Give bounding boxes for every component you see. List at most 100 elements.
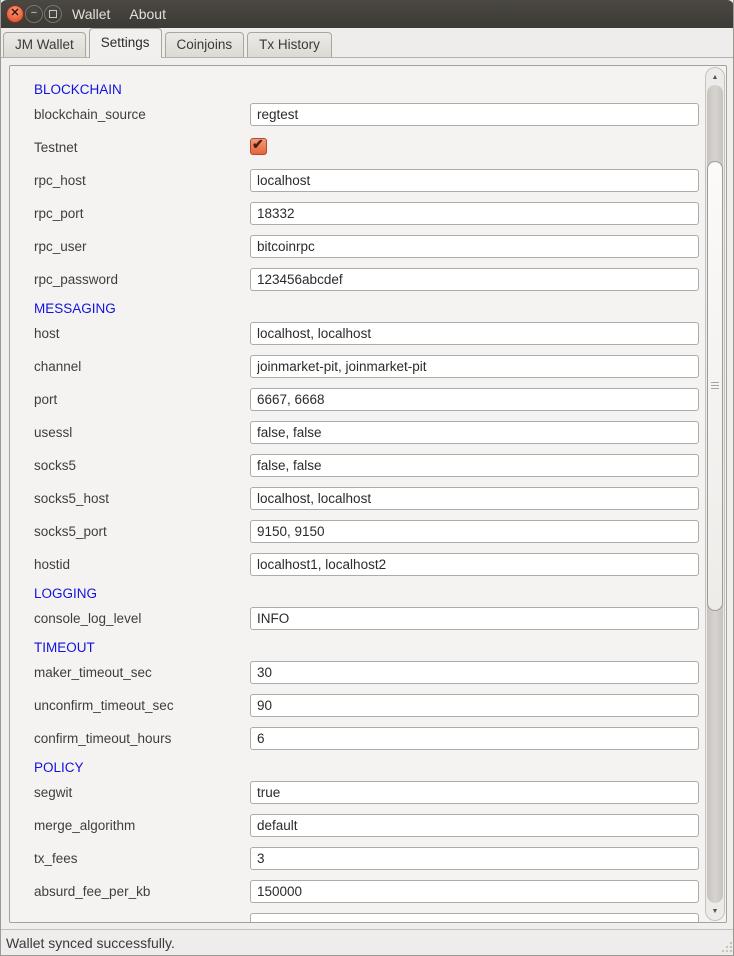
scroll-up-icon: ▲ <box>712 74 719 81</box>
section-header-blockchain: BLOCKCHAIN <box>34 82 704 98</box>
channel-input[interactable] <box>250 355 699 378</box>
field-row-socks5-port: socks5_port <box>34 520 704 543</box>
host-label: host <box>34 322 250 345</box>
rpc-user-input[interactable] <box>250 235 699 258</box>
rpc-port-label: rpc_port <box>34 202 250 225</box>
field-row-rpc-host: rpc_host <box>34 169 704 192</box>
section-header-messaging: MESSAGING <box>34 301 704 317</box>
minimize-icon: − <box>31 8 37 19</box>
socks5-host-label: socks5_host <box>34 487 250 510</box>
settings-scroll-area: BLOCKCHAINblockchain_sourceTestnet✔rpc_h… <box>9 65 727 923</box>
socks5-host-input[interactable] <box>250 487 699 510</box>
field-row-rpc-password: rpc_password <box>34 268 704 291</box>
scroll-down-button[interactable]: ▼ <box>706 903 724 919</box>
tab-bar: JM WalletSettingsCoinjoinsTx History <box>1 28 734 57</box>
scroll-up-button[interactable]: ▲ <box>706 69 724 85</box>
rpc-port-input[interactable] <box>250 202 699 225</box>
socks5-input[interactable] <box>250 454 699 477</box>
tx-fees-label: tx_fees <box>34 847 250 870</box>
blockchain-source-label: blockchain_source <box>34 103 250 126</box>
socks5-port-input[interactable] <box>250 520 699 543</box>
menu-about[interactable]: About <box>129 6 166 22</box>
socks5-label: socks5 <box>34 454 250 477</box>
tab-pane: BLOCKCHAINblockchain_sourceTestnet✔rpc_h… <box>1 57 734 930</box>
field-row-segwit: segwit <box>34 781 704 804</box>
segwit-label: segwit <box>34 781 250 804</box>
minimize-button[interactable]: − <box>25 5 43 23</box>
field-row-port: port <box>34 388 704 411</box>
close-button[interactable]: ✕ <box>6 5 24 23</box>
maker-timeout-sec-label: maker_timeout_sec <box>34 661 250 684</box>
vertical-scrollbar[interactable]: ▲ ▼ <box>705 67 725 921</box>
section-header-policy: POLICY <box>34 760 704 776</box>
tab-coinjoins[interactable]: Coinjoins <box>165 32 245 57</box>
scrollbar-thumb[interactable] <box>707 161 723 611</box>
merge-algorithm-label: merge_algorithm <box>34 814 250 837</box>
scrollbar-grip-icon <box>711 382 719 390</box>
hostid-input[interactable] <box>250 553 699 576</box>
console-log-level-label: console_log_level <box>34 607 250 630</box>
console-log-level-input[interactable] <box>250 607 699 630</box>
blockchain-source-input[interactable] <box>250 103 699 126</box>
app-window: ✕ − Wallet About JM WalletSettingsCoinjo… <box>0 0 734 956</box>
field-row-usessl: usessl <box>34 421 704 444</box>
status-bar: Wallet synced successfully. <box>1 929 734 955</box>
rpc-user-label: rpc_user <box>34 235 250 258</box>
field-row-tx-fees: tx_fees <box>34 847 704 870</box>
section-header-timeout: TIMEOUT <box>34 640 704 656</box>
absurd-fee-per-kb-input[interactable] <box>250 880 699 903</box>
host-input[interactable] <box>250 322 699 345</box>
absurd-fee-per-kb-label: absurd_fee_per_kb <box>34 880 250 903</box>
merge-algorithm-input[interactable] <box>250 814 699 837</box>
titlebar: ✕ − Wallet About <box>0 0 734 28</box>
field-row-absurd-fee-per-kb: absurd_fee_per_kb <box>34 880 704 903</box>
confirm-timeout-hours-input[interactable] <box>250 727 699 750</box>
field-row-console-log-level: console_log_level <box>34 607 704 630</box>
usessl-label: usessl <box>34 421 250 444</box>
maximize-button[interactable] <box>44 5 62 23</box>
field-row-hostid: hostid <box>34 553 704 576</box>
menubar: Wallet About <box>72 0 166 28</box>
port-label: port <box>34 388 250 411</box>
field-row-socks5: socks5 <box>34 454 704 477</box>
port-input[interactable] <box>250 388 699 411</box>
unconfirm-timeout-sec-label: unconfirm_timeout_sec <box>34 694 250 717</box>
rpc-host-label: rpc_host <box>34 169 250 192</box>
rpc-host-input[interactable] <box>250 169 699 192</box>
field-row-testnet: Testnet✔ <box>34 136 704 159</box>
testnet-label: Testnet <box>34 136 250 159</box>
segwit-input[interactable] <box>250 781 699 804</box>
resize-grip[interactable] <box>721 941 733 953</box>
confirm-timeout-hours-label: confirm_timeout_hours <box>34 727 250 750</box>
socks5-port-label: socks5_port <box>34 520 250 543</box>
field-row-channel: channel <box>34 355 704 378</box>
field-row-confirm-timeout-hours: confirm_timeout_hours <box>34 727 704 750</box>
rpc-password-input[interactable] <box>250 268 699 291</box>
testnet-checkbox[interactable]: ✔ <box>250 138 267 155</box>
settings-form: BLOCKCHAINblockchain_sourceTestnet✔rpc_h… <box>10 66 704 923</box>
checkmark-icon: ✔ <box>252 136 264 153</box>
status-text: Wallet synced successfully. <box>1 935 175 951</box>
partially-visible-input[interactable] <box>250 913 699 923</box>
tab-settings[interactable]: Settings <box>89 28 162 58</box>
field-row-rpc-user: rpc_user <box>34 235 704 258</box>
tx-fees-input[interactable] <box>250 847 699 870</box>
usessl-input[interactable] <box>250 421 699 444</box>
field-row-blockchain-source: blockchain_source <box>34 103 704 126</box>
field-row-maker-timeout-sec: maker_timeout_sec <box>34 661 704 684</box>
unconfirm-timeout-sec-input[interactable] <box>250 694 699 717</box>
scroll-down-icon: ▼ <box>712 908 719 915</box>
menu-wallet[interactable]: Wallet <box>72 6 110 22</box>
field-row-rpc-port: rpc_port <box>34 202 704 225</box>
field-row-unconfirm-timeout-sec: unconfirm_timeout_sec <box>34 694 704 717</box>
rpc-password-label: rpc_password <box>34 268 250 291</box>
channel-label: channel <box>34 355 250 378</box>
field-row-socks5-host: socks5_host <box>34 487 704 510</box>
hostid-label: hostid <box>34 553 250 576</box>
close-icon: ✕ <box>10 8 19 19</box>
field-row-host: host <box>34 322 704 345</box>
tab-tx-history[interactable]: Tx History <box>247 32 332 57</box>
maker-timeout-sec-input[interactable] <box>250 661 699 684</box>
tab-jm-wallet[interactable]: JM Wallet <box>3 32 86 57</box>
section-header-logging: LOGGING <box>34 586 704 602</box>
